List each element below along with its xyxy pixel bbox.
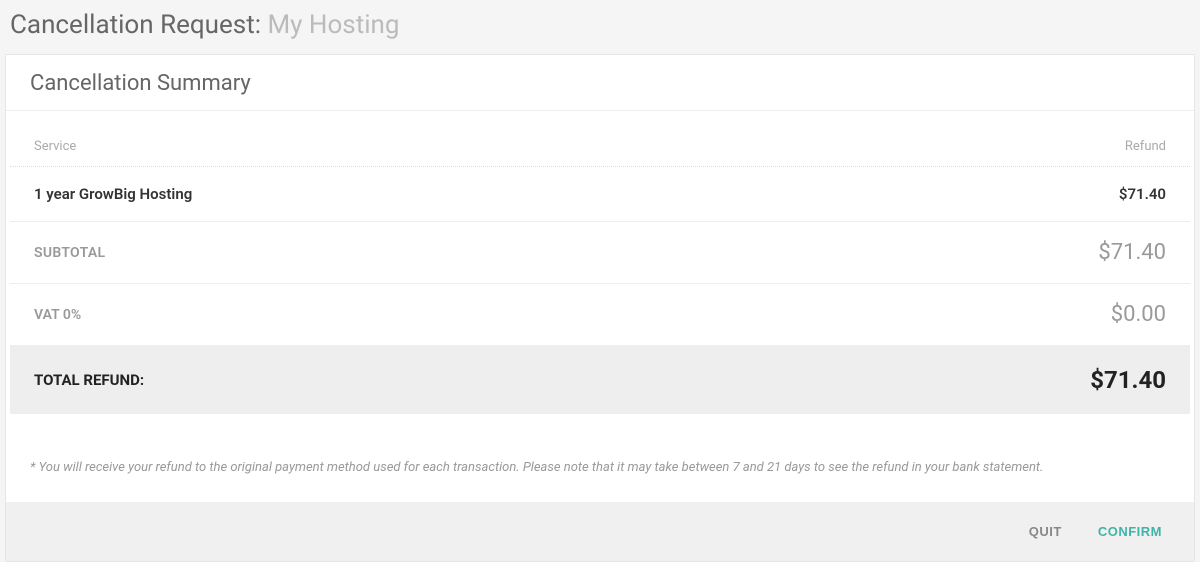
confirm-button[interactable]: CONFIRM	[1090, 518, 1170, 545]
table-row: 1 year GrowBig Hosting $71.40	[10, 167, 1190, 222]
vat-value: $0.00	[1111, 302, 1166, 327]
quit-button[interactable]: QUIT	[1021, 518, 1070, 545]
cancellation-summary-card: Cancellation Summary Service Refund 1 ye…	[5, 54, 1195, 562]
subtotal-row: SUBTOTAL $71.40	[10, 222, 1190, 284]
table-header-row: Service Refund	[10, 111, 1190, 167]
subtotal-label: SUBTOTAL	[34, 245, 105, 261]
action-bar: QUIT CONFIRM	[6, 502, 1194, 561]
service-refund-amount: $71.40	[1119, 185, 1166, 203]
page-title-suffix: My Hosting	[267, 10, 399, 40]
card-header: Cancellation Summary	[6, 55, 1194, 111]
page-header: Cancellation Request: My Hosting	[0, 0, 1200, 54]
vat-label: VAT 0%	[34, 307, 81, 323]
vat-row: VAT 0% $0.00	[10, 284, 1190, 346]
service-name: 1 year GrowBig Hosting	[34, 185, 192, 203]
col-header-refund: Refund	[1125, 139, 1166, 154]
page-title-prefix: Cancellation Request:	[10, 10, 267, 40]
total-refund-row: TOTAL REFUND: $71.40	[10, 346, 1190, 414]
subtotal-value: $71.40	[1098, 240, 1166, 265]
page-title: Cancellation Request: My Hosting	[10, 10, 1190, 40]
card-title: Cancellation Summary	[30, 71, 1170, 96]
total-refund-value: $71.40	[1090, 366, 1166, 394]
col-header-service: Service	[34, 139, 76, 154]
refund-footnote: * You will receive your refund to the or…	[6, 414, 1194, 502]
total-refund-label: TOTAL REFUND:	[34, 371, 144, 389]
